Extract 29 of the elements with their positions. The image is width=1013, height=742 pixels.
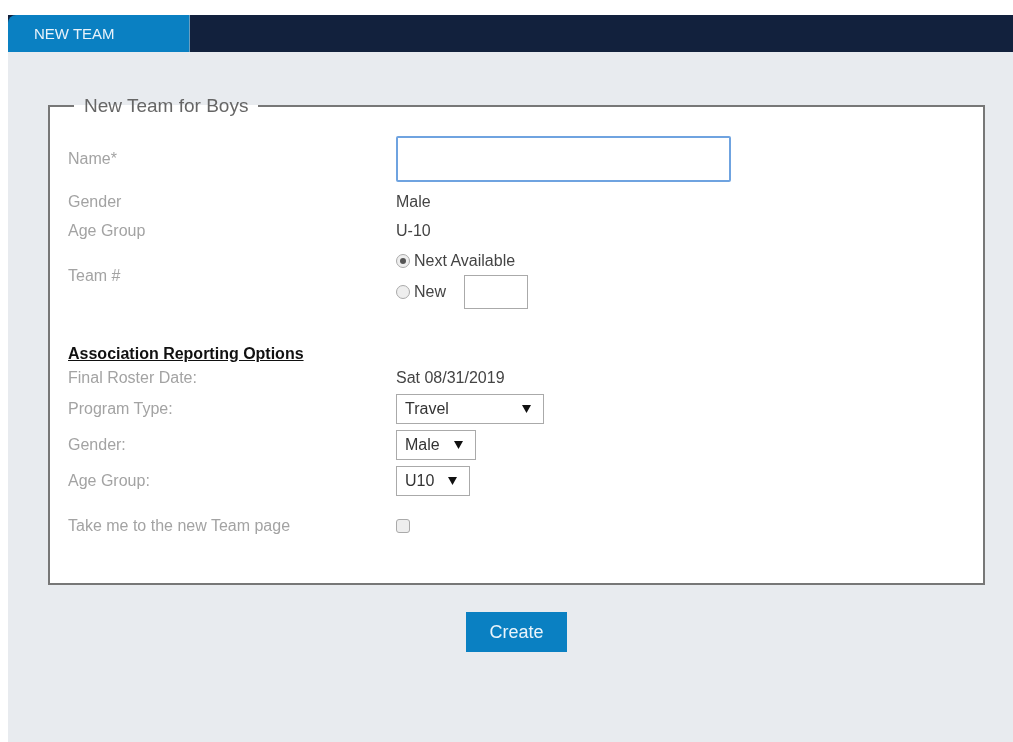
field-label: Name* <box>68 150 118 168</box>
field-value: U-10 <box>396 221 432 240</box>
tab[interactable]: NEW TEAM <box>8 15 190 52</box>
checkbox[interactable] <box>396 519 410 533</box>
field-value: Male <box>396 192 432 211</box>
name-input-field[interactable] <box>396 136 731 182</box>
form-legend: New Team for Boys <box>74 95 259 117</box>
caret-icon <box>453 441 463 449</box>
field-label: Gender: <box>68 436 127 454</box>
radio-button[interactable] <box>396 253 410 268</box>
dropdown[interactable]: Travel <box>396 394 544 424</box>
radio-label[interactable]: New <box>414 282 446 301</box>
field-label: Age Group <box>68 221 147 240</box>
radio-label[interactable]: Next Available <box>414 251 516 270</box>
create-button[interactable]: Create <box>466 612 567 652</box>
caret-icon <box>522 405 531 413</box>
dropdown[interactable]: U10 <box>396 466 471 496</box>
field-label: Final Roster Date: <box>68 369 198 387</box>
field-label: Gender <box>68 192 123 211</box>
section-heading: Association Reporting Options <box>68 344 305 364</box>
caret-icon <box>448 477 458 485</box>
field-label: Program Type: <box>68 400 174 418</box>
team-number-input-field[interactable] <box>464 274 528 309</box>
field-label: Team # <box>68 267 122 285</box>
checkbox-label: Take me to the new Team page <box>68 517 292 535</box>
dropdown[interactable]: Male <box>396 430 476 460</box>
field-value: Sat 08/31/2019 <box>396 369 506 387</box>
field-label: Age Group: <box>68 472 151 490</box>
radio-button[interactable] <box>396 284 410 299</box>
